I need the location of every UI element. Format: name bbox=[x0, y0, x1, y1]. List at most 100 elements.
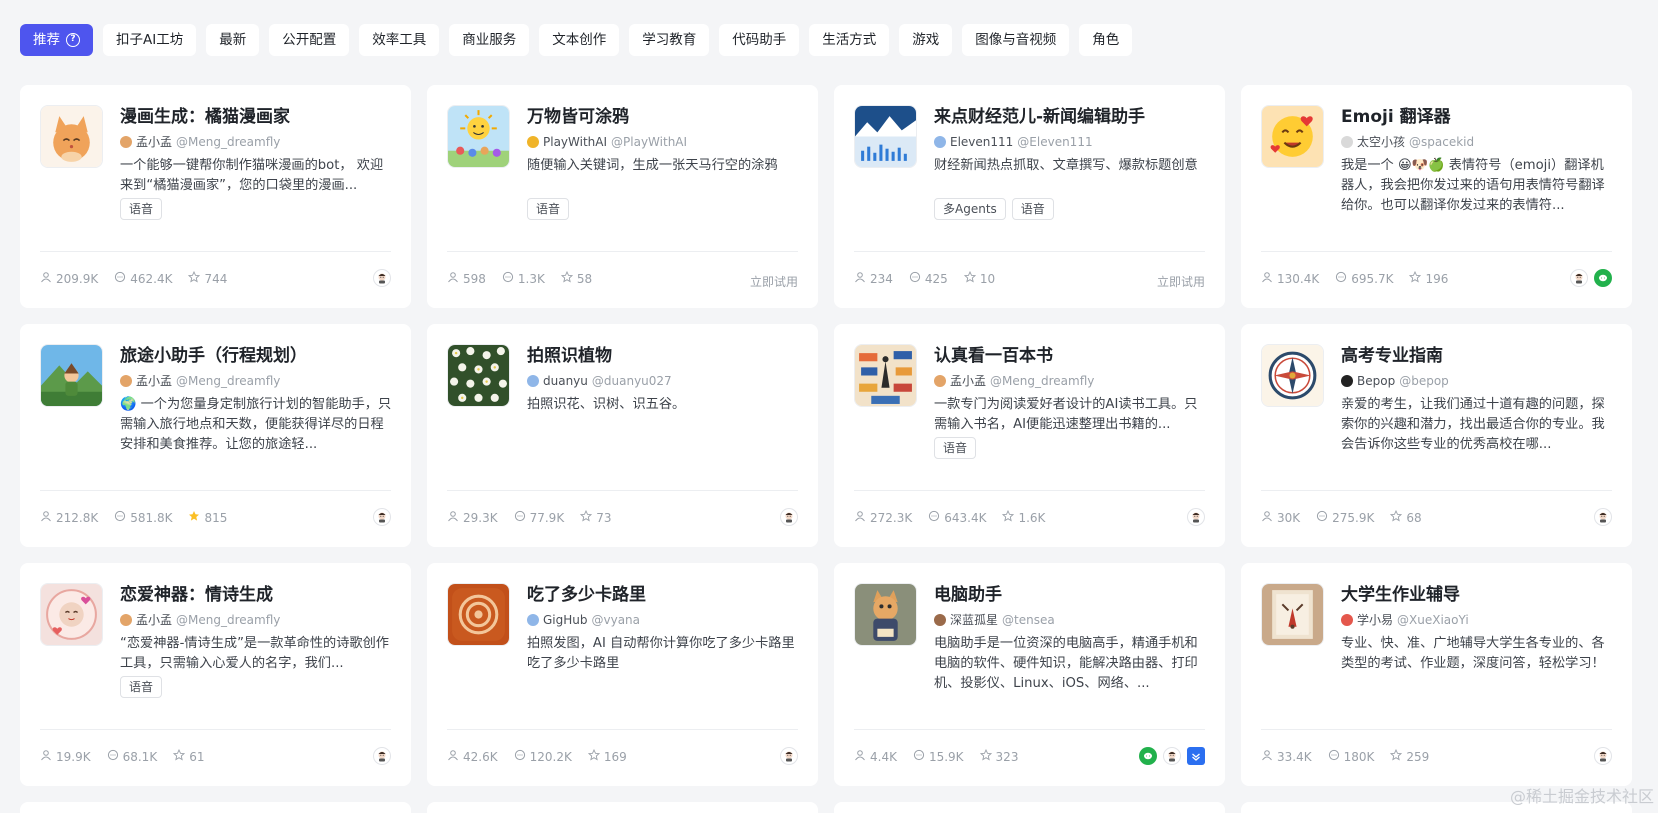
publish-channels bbox=[1187, 508, 1205, 526]
card-partial[interactable] bbox=[20, 802, 411, 813]
bot-title[interactable]: Emoji 翻译器 bbox=[1341, 105, 1451, 129]
stars-stat[interactable]: 169 bbox=[587, 748, 627, 765]
bot-author[interactable]: duanyu @duanyu027 bbox=[527, 373, 672, 389]
tab-7[interactable]: 学习教育 bbox=[629, 24, 710, 56]
robot-channel-icon bbox=[1163, 747, 1181, 765]
stars-stat[interactable]: 815 bbox=[188, 510, 227, 526]
stars-stat[interactable]: 61 bbox=[173, 748, 204, 765]
tab-10[interactable]: 游戏 bbox=[899, 24, 953, 56]
tab-9[interactable]: 生活方式 bbox=[809, 24, 890, 56]
bot-author[interactable]: 孟小孟 @Meng_dreamfly bbox=[120, 134, 280, 150]
robot-channel-icon bbox=[373, 747, 391, 765]
star-icon[interactable] bbox=[188, 510, 200, 526]
star-icon[interactable] bbox=[173, 748, 186, 765]
star-icon[interactable] bbox=[188, 270, 201, 287]
stars-stat[interactable]: 68 bbox=[1390, 509, 1422, 526]
stars-stat[interactable]: 58 bbox=[560, 270, 592, 287]
bot-author[interactable]: 学小易 @XueXiaoYi bbox=[1341, 612, 1469, 628]
bot-author[interactable]: PlayWithAI @PlayWithAI bbox=[527, 134, 687, 150]
bot-card[interactable]: 旅途小助手（行程规划） 孟小孟 @Meng_dreamfly 🌍 一个为您量身定… bbox=[20, 324, 411, 547]
stars-stat[interactable]: 744 bbox=[188, 270, 227, 287]
stars-stat[interactable]: 259 bbox=[1390, 748, 1429, 765]
star-icon[interactable] bbox=[1002, 509, 1015, 526]
try-now-button[interactable]: 立即试用 bbox=[1157, 273, 1205, 290]
tab-11[interactable]: 图像与音视频 bbox=[962, 24, 1070, 56]
bot-card[interactable]: 电脑助手 深蓝孤星 @tensea 电脑助手是一位资深的电脑高手，精通手机和电脑… bbox=[834, 563, 1225, 786]
bot-author[interactable]: GigHub @vyana bbox=[527, 612, 640, 628]
bot-card[interactable]: 认真看一百本书 孟小孟 @Meng_dreamfly 一款专门为阅读爱好者设计的… bbox=[834, 324, 1225, 547]
bot-title[interactable]: 认真看一百本书 bbox=[934, 344, 1053, 368]
star-icon[interactable] bbox=[587, 748, 600, 765]
star-icon[interactable] bbox=[1390, 748, 1403, 765]
bot-card[interactable]: 万物皆可涂鸦 PlayWithAI @PlayWithAI 随便输入关键词，生成… bbox=[427, 85, 818, 308]
bot-title[interactable]: 拍照识植物 bbox=[527, 344, 612, 368]
bot-title[interactable]: 高考专业指南 bbox=[1341, 344, 1443, 368]
tab-1[interactable]: 扣子AI工坊 bbox=[103, 24, 197, 56]
bot-title[interactable]: 吃了多少卡路里 bbox=[527, 583, 646, 607]
bot-title[interactable]: 漫画生成：橘猫漫画家 bbox=[120, 105, 290, 129]
tab-4[interactable]: 效率工具 bbox=[359, 24, 440, 56]
bot-title[interactable]: 旅途小助手（行程规划） bbox=[120, 344, 307, 368]
tab-0[interactable]: 推荐? bbox=[20, 24, 93, 56]
bot-card[interactable]: 吃了多少卡路里 GigHub @vyana 拍照发图，AI 自动帮你计算你吃了多… bbox=[427, 563, 818, 786]
author-avatar bbox=[527, 136, 539, 148]
tag: 多Agents bbox=[934, 198, 1006, 220]
bot-title[interactable]: 大学生作业辅导 bbox=[1341, 583, 1460, 607]
bot-author[interactable]: 深蓝孤星 @tensea bbox=[934, 612, 1055, 628]
bot-description: 我是一个 😀🐶🍏 表情符号（emoji）翻译机器人，我会把你发过来的语句用表情符… bbox=[1341, 158, 1605, 213]
bot-author[interactable]: 孟小孟 @Meng_dreamfly bbox=[120, 612, 280, 628]
star-icon[interactable] bbox=[560, 270, 573, 287]
chats-stat: 120.2K bbox=[514, 749, 572, 765]
tab-5[interactable]: 商业服务 bbox=[449, 24, 530, 56]
star-icon[interactable] bbox=[580, 509, 593, 526]
tab-6[interactable]: 文本创作 bbox=[539, 24, 620, 56]
tab-8[interactable]: 代码助手 bbox=[719, 24, 800, 56]
bot-title[interactable]: 电脑助手 bbox=[934, 583, 1002, 607]
tab-label: 角色 bbox=[1092, 32, 1120, 48]
chats-count: 77.9K bbox=[529, 511, 565, 525]
bot-card[interactable]: 拍照识植物 duanyu @duanyu027 拍照识花、识树、识五谷。 29.… bbox=[427, 324, 818, 547]
bot-card[interactable]: 来点财经范儿-新闻编辑助手 Eleven111 @Eleven111 财经新闻热… bbox=[834, 85, 1225, 308]
stars-stat[interactable]: 73 bbox=[580, 509, 611, 526]
author-name: 孟小孟 bbox=[136, 613, 173, 627]
tab-label: 代码助手 bbox=[732, 32, 787, 48]
try-now-button[interactable]: 立即试用 bbox=[750, 273, 798, 290]
robot-channel-icon bbox=[780, 508, 798, 526]
stars-stat[interactable]: 10 bbox=[963, 270, 995, 287]
bot-author[interactable]: 孟小孟 @Meng_dreamfly bbox=[934, 373, 1094, 389]
tab-3[interactable]: 公开配置 bbox=[269, 24, 350, 56]
tab-2[interactable]: 最新 bbox=[206, 24, 260, 56]
card-partial[interactable] bbox=[427, 802, 818, 813]
stars-stat[interactable]: 196 bbox=[1409, 270, 1448, 287]
author-name: 孟小孟 bbox=[136, 135, 173, 149]
bot-card[interactable]: Emoji 翻译器 太空小孩 @spacekid 我是一个 😀🐶🍏 表情符号（e… bbox=[1241, 85, 1632, 308]
bot-description: 🌍 一个为您量身定制旅行计划的智能助手，只需输入旅行地点和天数，便能获得详尽的日… bbox=[120, 397, 392, 452]
bot-title[interactable]: 万物皆可涂鸦 bbox=[527, 105, 629, 129]
card-partial[interactable] bbox=[834, 802, 1225, 813]
star-icon[interactable] bbox=[979, 748, 992, 765]
bot-author[interactable]: 太空小孩 @spacekid bbox=[1341, 134, 1474, 150]
next-row-cards-partial bbox=[20, 802, 1632, 813]
watermark: @稀土掘金技术社区 bbox=[1509, 787, 1654, 806]
bot-card[interactable]: 恋爱神器：情诗生成 孟小孟 @Meng_dreamfly “恋爱神器-情诗生成”… bbox=[20, 563, 411, 786]
publish-channels bbox=[373, 747, 391, 765]
star-icon[interactable] bbox=[963, 270, 976, 287]
bot-author[interactable]: 孟小孟 @Meng_dreamfly bbox=[120, 373, 280, 389]
tab-12[interactable]: 角色 bbox=[1079, 24, 1133, 56]
bot-description: 拍照识花、识树、识五谷。 bbox=[527, 397, 686, 412]
stars-count: 68 bbox=[1406, 511, 1422, 525]
star-icon[interactable] bbox=[1390, 509, 1403, 526]
bot-author[interactable]: Eleven111 @Eleven111 bbox=[934, 134, 1093, 150]
bot-card[interactable]: 高考专业指南 Bepop @bepop 亲爱的考生，让我们通过十道有趣的问题，探… bbox=[1241, 324, 1632, 547]
bot-title[interactable]: 恋爱神器：情诗生成 bbox=[120, 583, 273, 607]
stars-stat[interactable]: 1.6K bbox=[1002, 509, 1045, 526]
bot-card[interactable]: 大学生作业辅导 学小易 @XueXiaoYi 专业、快、准、广地辅导大学生各专业… bbox=[1241, 563, 1632, 786]
star-icon[interactable] bbox=[1409, 270, 1422, 287]
author-handle: @tensea bbox=[1002, 613, 1055, 627]
question-icon[interactable]: ? bbox=[66, 33, 80, 47]
bot-author[interactable]: Bepop @bepop bbox=[1341, 373, 1449, 389]
bot-card[interactable]: 漫画生成：橘猫漫画家 孟小孟 @Meng_dreamfly 一个能够一键帮你制作… bbox=[20, 85, 411, 308]
robot-channel-icon bbox=[1594, 747, 1612, 765]
stars-stat[interactable]: 323 bbox=[979, 748, 1018, 765]
bot-title[interactable]: 来点财经范儿-新闻编辑助手 bbox=[934, 105, 1145, 129]
